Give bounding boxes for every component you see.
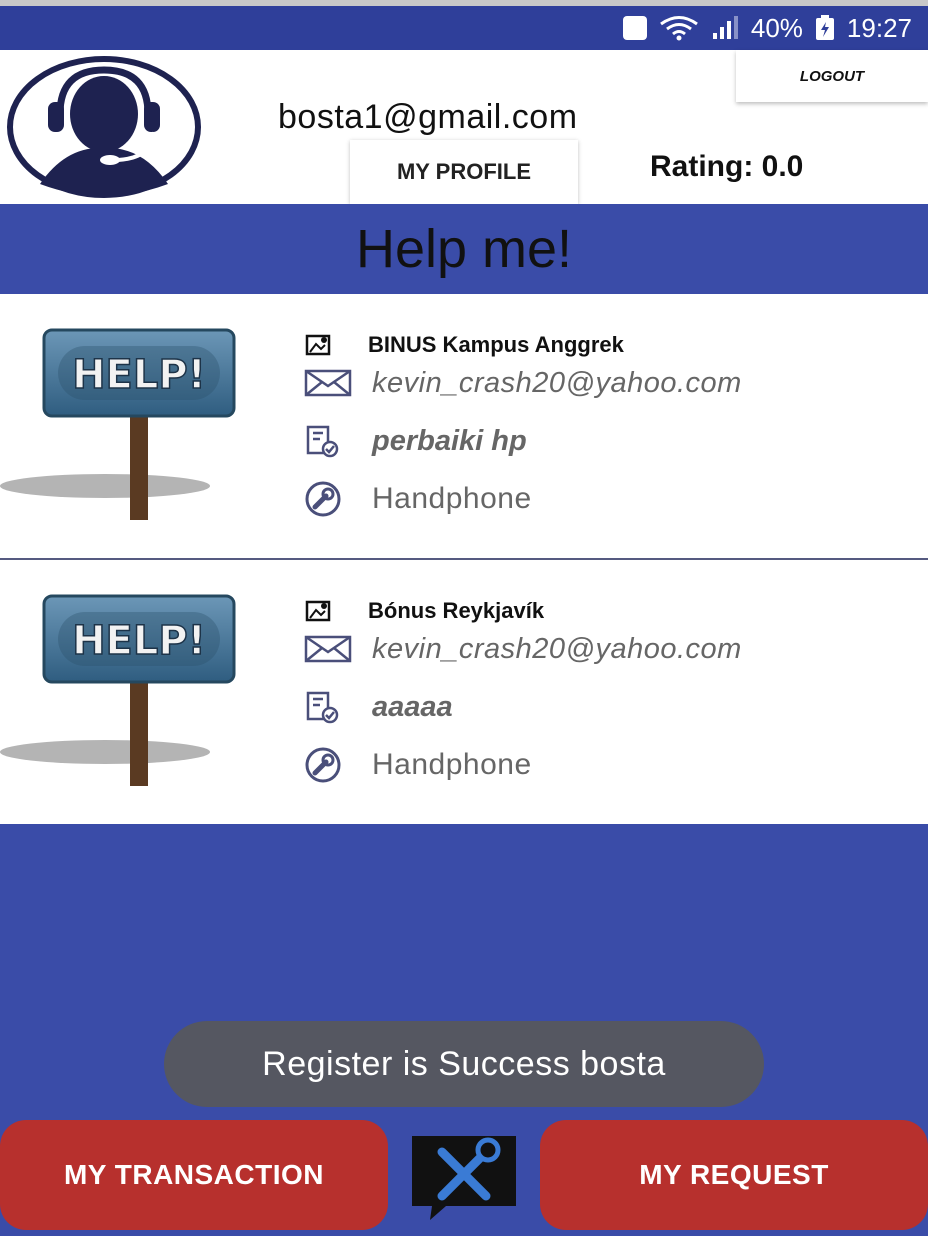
email-text: kevin_crash20@yahoo.com (372, 632, 742, 665)
category-text: Handphone (372, 748, 532, 781)
rating-text: Rating: 0.0 (650, 150, 804, 183)
task-icon (306, 691, 339, 724)
location-text: Bónus Reykjavík (368, 598, 545, 623)
request-location: Bónus Reykjavík (304, 594, 544, 628)
request-description: aaaaa (304, 690, 453, 724)
description-text: perbaiki hp (372, 424, 527, 457)
my-request-button[interactable]: MY REQUEST (540, 1120, 928, 1230)
request-description: perbaiki hp (304, 424, 527, 458)
location-text: BINUS Kampus Anggrek (368, 332, 624, 357)
profile-header: bosta1@gmail.com LOGOUT MY PROFILE Ratin… (0, 50, 928, 204)
signal-icon (712, 16, 738, 39)
request-category: Handphone (304, 481, 532, 517)
battery-icon (815, 15, 834, 40)
description-text: aaaaa (372, 690, 453, 723)
mail-icon (304, 635, 352, 663)
user-email: bosta1@gmail.com (278, 98, 578, 136)
wrench-icon (305, 747, 341, 783)
help-sign-icon: HELP! (0, 328, 236, 520)
wifi-icon (659, 16, 698, 41)
status-bar: 40% 19:27 (0, 6, 928, 50)
wrench-icon (305, 481, 341, 517)
category-text: Handphone (372, 482, 532, 515)
my-profile-button[interactable]: MY PROFILE (350, 140, 578, 204)
toast-message: Register is Success bosta (164, 1021, 764, 1107)
sign-text: HELP! (72, 618, 206, 664)
list-item[interactable]: HELP! BINUS Kampus Anggrek kevin_crash20… (0, 294, 928, 560)
logout-button[interactable]: LOGOUT (736, 50, 928, 102)
mail-icon (304, 369, 352, 397)
tools-chat-icon[interactable] (408, 1132, 520, 1222)
request-email: kevin_crash20@yahoo.com (304, 366, 742, 400)
map-icon (305, 600, 331, 622)
battery-saver-icon (622, 16, 647, 40)
task-icon (306, 425, 339, 458)
request-email: kevin_crash20@yahoo.com (304, 632, 742, 666)
battery-percent: 40% (750, 12, 803, 43)
my-transaction-button[interactable]: MY TRANSACTION (0, 1120, 388, 1230)
page-title: Help me! (0, 204, 928, 294)
support-agent-icon (7, 56, 201, 198)
map-icon (305, 334, 331, 356)
email-text: kevin_crash20@yahoo.com (372, 366, 742, 399)
clock: 19:27 (846, 12, 912, 43)
request-list: HELP! BINUS Kampus Anggrek kevin_crash20… (0, 294, 928, 824)
request-category: Handphone (304, 747, 532, 783)
help-sign-icon: HELP! (0, 594, 236, 786)
list-item[interactable]: HELP! Bónus Reykjavík kevin_crash20@yaho… (0, 560, 928, 825)
request-location: BINUS Kampus Anggrek (304, 328, 624, 362)
sign-text: HELP! (72, 352, 206, 398)
